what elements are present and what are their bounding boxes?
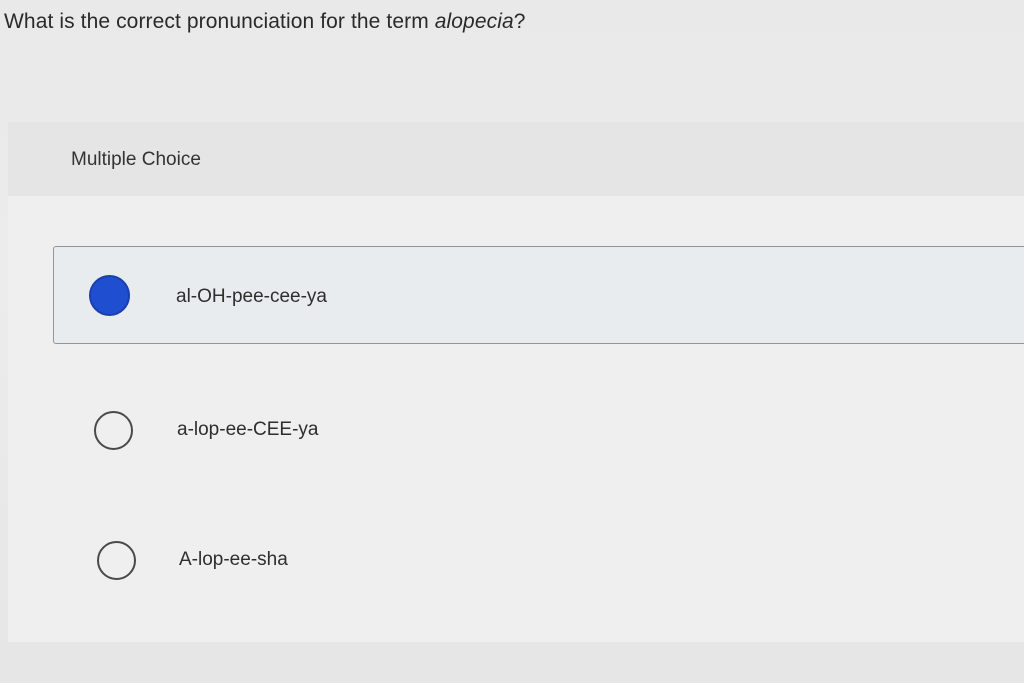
- answer-option-label: al-OH-pee-cee-ya: [176, 286, 327, 307]
- answer-option-1[interactable]: al-OH-pee-cee-ya: [53, 246, 1024, 344]
- question-prefix: What is the correct pronunciation for th…: [4, 10, 435, 33]
- radio-selected-icon[interactable]: [89, 275, 130, 316]
- answer-option-label: a-lop-ee-CEE-ya: [177, 419, 319, 440]
- answer-option-label: A-lop-ee-sha: [179, 549, 288, 570]
- question-text: What is the correct pronunciation for th…: [4, 10, 526, 34]
- radio-unselected-icon[interactable]: [94, 411, 133, 450]
- radio-unselected-icon[interactable]: [97, 541, 136, 580]
- question-suffix: ?: [513, 10, 526, 33]
- question-term: alopecia: [434, 10, 514, 33]
- panel-header: Multiple Choice: [8, 122, 1024, 196]
- question-type-label: Multiple Choice: [71, 149, 201, 170]
- answer-option-3[interactable]: A-lop-ee-sha: [53, 512, 1024, 608]
- answer-option-2[interactable]: a-lop-ee-CEE-ya: [53, 380, 1024, 480]
